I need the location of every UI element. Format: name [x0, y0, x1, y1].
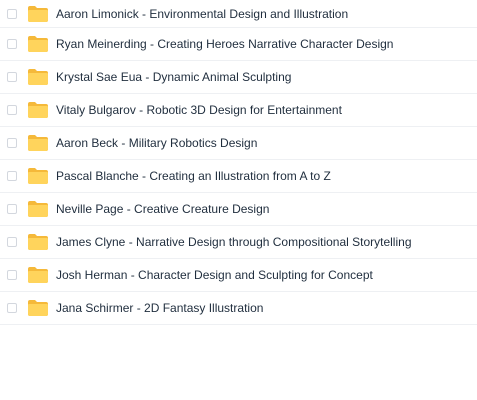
folder-icon — [28, 69, 48, 85]
folder-icon — [28, 36, 48, 52]
file-row[interactable]: Krystal Sae Eua - Dynamic Animal Sculpti… — [0, 61, 477, 94]
file-name[interactable]: James Clyne - Narrative Design through C… — [56, 235, 412, 249]
folder-icon — [28, 5, 48, 22]
file-name[interactable]: Neville Page - Creative Creature Design — [56, 202, 269, 216]
folder-icon — [28, 267, 48, 283]
folder-icon — [28, 168, 48, 184]
folder-icon — [28, 234, 48, 250]
file-row[interactable]: James Clyne - Narrative Design through C… — [0, 226, 477, 259]
file-row[interactable]: Aaron Beck - Military Robotics Design — [0, 127, 477, 160]
file-row[interactable]: Vitaly Bulgarov - Robotic 3D Design for … — [0, 94, 477, 127]
checkbox-icon[interactable] — [7, 8, 17, 19]
folder-icon — [28, 102, 48, 118]
checkbox-icon[interactable] — [7, 204, 17, 214]
file-row[interactable]: Ryan Meinerding - Creating Heroes Narrat… — [0, 28, 477, 61]
folder-icon — [28, 135, 48, 151]
checkbox-icon[interactable] — [7, 138, 17, 148]
checkbox-icon[interactable] — [7, 72, 17, 82]
file-name[interactable]: Ryan Meinerding - Creating Heroes Narrat… — [56, 37, 393, 51]
file-name[interactable]: Vitaly Bulgarov - Robotic 3D Design for … — [56, 103, 342, 117]
checkbox-icon[interactable] — [7, 171, 17, 181]
checkbox-icon[interactable] — [7, 237, 17, 247]
folder-icon — [28, 201, 48, 217]
file-name[interactable]: Aaron Beck - Military Robotics Design — [56, 136, 257, 150]
file-name[interactable]: Krystal Sae Eua - Dynamic Animal Sculpti… — [56, 70, 291, 84]
file-row[interactable]: Pascal Blanche - Creating an Illustratio… — [0, 160, 477, 193]
file-name[interactable]: Josh Herman - Character Design and Sculp… — [56, 268, 373, 282]
file-name[interactable]: Aaron Limonick - Environmental Design an… — [56, 7, 348, 21]
file-row[interactable]: Josh Herman - Character Design and Sculp… — [0, 259, 477, 292]
file-row[interactable]: Aaron Limonick - Environmental Design an… — [0, 0, 477, 28]
file-list: Aaron Limonick - Environmental Design an… — [0, 0, 477, 325]
checkbox-icon[interactable] — [7, 303, 17, 313]
file-name[interactable]: Pascal Blanche - Creating an Illustratio… — [56, 169, 331, 183]
file-row[interactable]: Neville Page - Creative Creature Design — [0, 193, 477, 226]
checkbox-icon[interactable] — [7, 270, 17, 280]
checkbox-icon[interactable] — [7, 39, 17, 49]
file-row[interactable]: Jana Schirmer - 2D Fantasy Illustration — [0, 292, 477, 325]
file-name[interactable]: Jana Schirmer - 2D Fantasy Illustration — [56, 301, 263, 315]
folder-icon — [28, 300, 48, 316]
checkbox-icon[interactable] — [7, 105, 17, 115]
